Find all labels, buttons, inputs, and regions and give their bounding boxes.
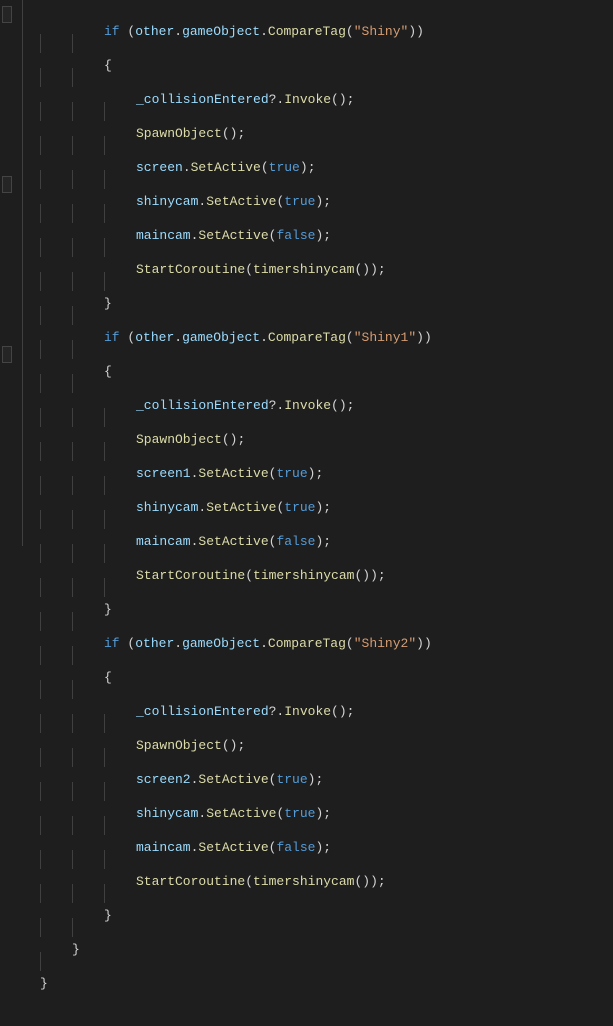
string-literal: "Shiny1": [354, 330, 416, 345]
code-content[interactable]: if (other.gameObject.CompareTag("Shiny")…: [32, 0, 432, 546]
collapse-marker[interactable]: [2, 176, 12, 193]
collapse-marker[interactable]: [2, 6, 12, 23]
keyword-if: if: [104, 24, 120, 39]
string-literal: "Shiny": [354, 24, 409, 39]
collapse-marker[interactable]: [2, 346, 12, 363]
string-literal: "Shiny2": [354, 636, 416, 651]
gutter-markers: [0, 0, 14, 546]
gutter-fold: [14, 0, 32, 546]
code-editor[interactable]: if (other.gameObject.CompareTag("Shiny")…: [0, 0, 613, 546]
